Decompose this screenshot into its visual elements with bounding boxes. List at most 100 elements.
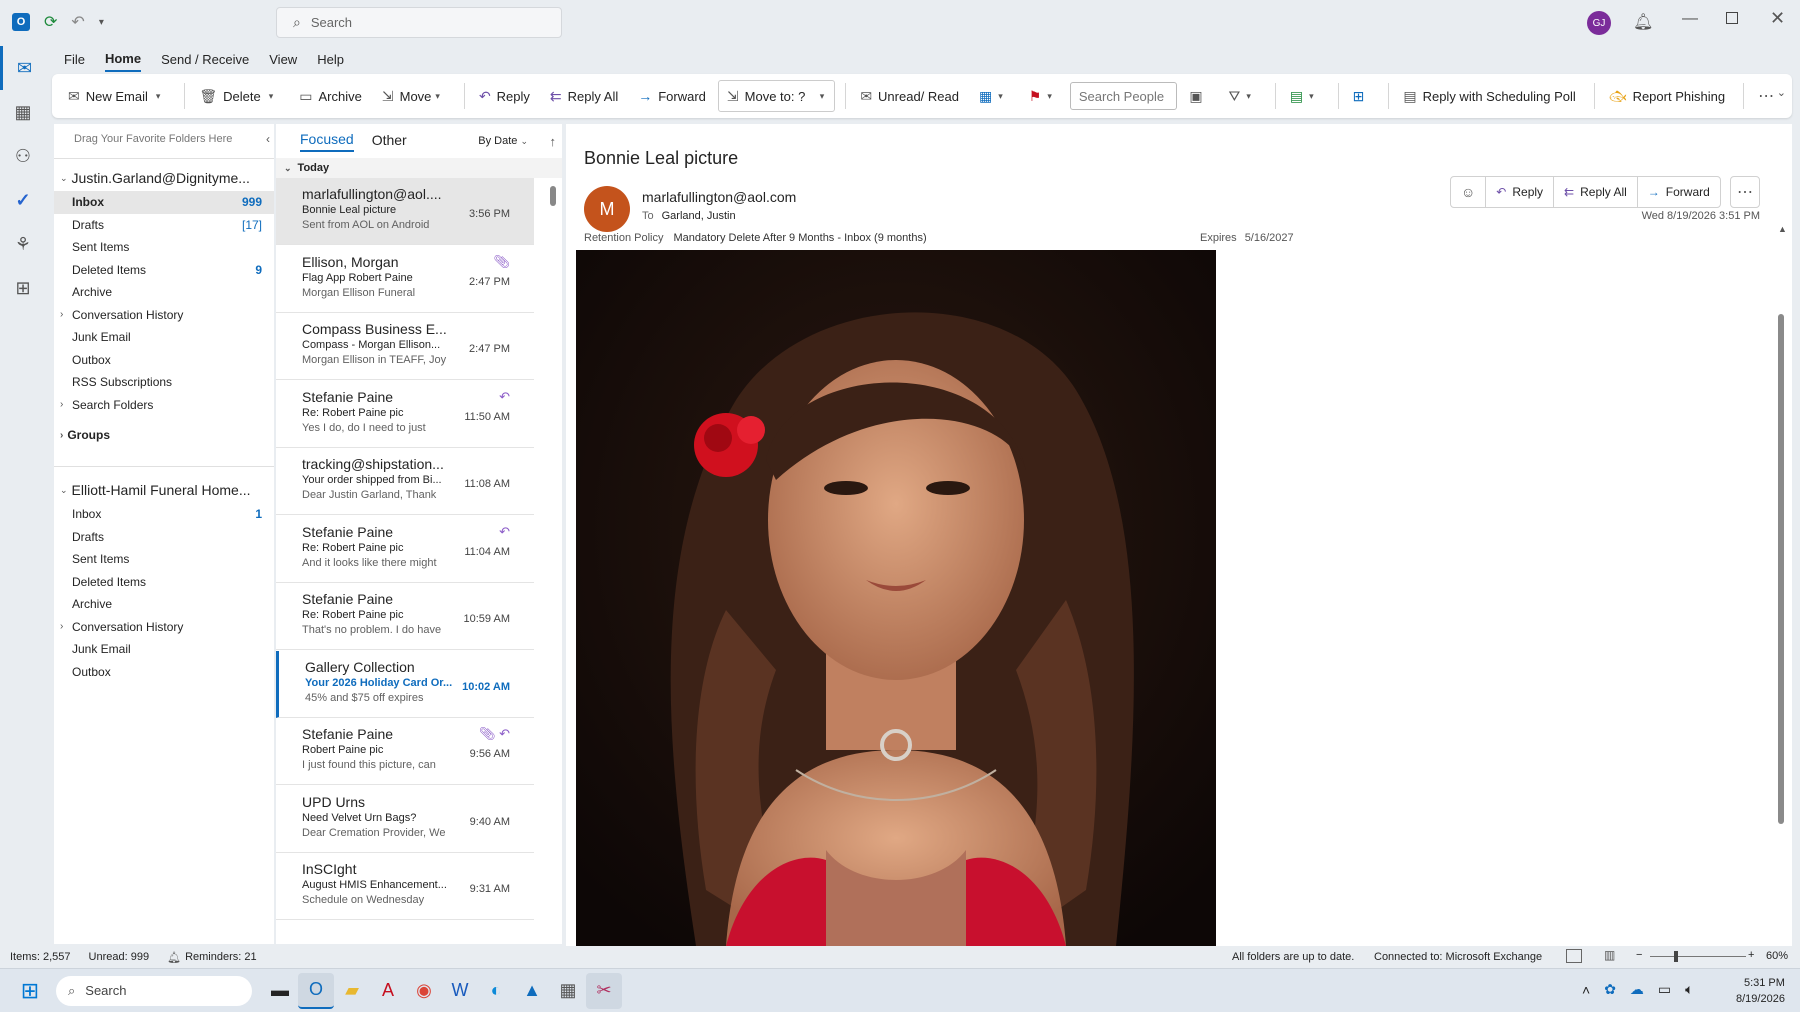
- all-apps-button[interactable]: ⊞: [1345, 80, 1379, 112]
- folder-item[interactable]: Archive: [54, 281, 274, 304]
- report-phishing-button[interactable]: 🐟︎ Report Phishing: [1601, 80, 1733, 112]
- folder-item[interactable]: RSS Subscriptions: [54, 371, 274, 394]
- new-email-button[interactable]: ✉︎ New Email ▾: [60, 80, 174, 112]
- reminders-count[interactable]: Reminders: 21: [185, 951, 257, 963]
- file-explorer-icon[interactable]: ▰: [334, 973, 370, 1009]
- windows-start-icon[interactable]: ⊞: [12, 973, 48, 1009]
- scrollbar-thumb[interactable]: [550, 186, 556, 206]
- network-icon[interactable]: ▭: [1658, 981, 1671, 998]
- flag-button[interactable]: ⚑ ▾: [1021, 80, 1066, 112]
- org-explorer-icon[interactable]: ⚘: [0, 222, 46, 266]
- sync-icon[interactable]: ⟳: [44, 12, 57, 32]
- tray-app-icon[interactable]: ✿: [1604, 981, 1616, 998]
- folder-item[interactable]: Archive: [54, 593, 274, 616]
- message-item[interactable]: Ellison, Morgan Flag App Robert Paine Morg…: [276, 246, 534, 313]
- message-item[interactable]: UPD Urns Need Velvet Urn Bags? Dear Cremat…: [276, 786, 534, 853]
- menu-help[interactable]: Help: [317, 48, 344, 71]
- onedrive-icon[interactable]: ☁: [1630, 981, 1644, 998]
- todo-icon[interactable]: ✓: [0, 178, 46, 222]
- photos-icon[interactable]: ▲: [514, 973, 550, 1009]
- emoji-react-button[interactable]: ☺: [1451, 177, 1487, 207]
- message-item[interactable]: marlafullington@aol.... Bonnie Leal pictu…: [276, 178, 534, 245]
- zoom-slider-thumb[interactable]: [1674, 951, 1678, 962]
- message-item[interactable]: tracking@shipstation... Your order shippe…: [276, 448, 534, 515]
- tab-other[interactable]: Other: [372, 132, 407, 151]
- reading-view-icon[interactable]: ▥: [1604, 948, 1615, 962]
- folder-item[interactable]: Deleted Items 9: [54, 259, 274, 282]
- sort-dropdown[interactable]: By Date ⌄: [478, 135, 528, 147]
- normal-view-icon[interactable]: [1566, 949, 1582, 963]
- quick-access-dropdown-icon[interactable]: ▾: [99, 17, 104, 28]
- chevron-down-icon[interactable]: ▾: [1047, 91, 1052, 102]
- filter-button[interactable]: ⛛ ▾: [1221, 80, 1265, 112]
- task-view-icon[interactable]: ▬: [262, 973, 298, 1009]
- message-item[interactable]: Stefanie Paine Re: Robert Paine pic That's…: [276, 583, 534, 650]
- menu-send-receive[interactable]: Send / Receive: [161, 48, 249, 71]
- chevron-down-icon[interactable]: ▾: [1246, 91, 1251, 102]
- folder-item[interactable]: Inbox 999: [54, 191, 274, 214]
- minimize-icon[interactable]: —: [1682, 10, 1698, 28]
- calculator-icon[interactable]: ▦: [550, 973, 586, 1009]
- outlook-taskbar-icon[interactable]: O: [298, 972, 334, 1009]
- recipient[interactable]: Garland, Justin: [662, 210, 736, 222]
- close-icon[interactable]: ✕: [1770, 8, 1785, 29]
- move-to-quickstep[interactable]: ⇲ Move to: ? ▾: [717, 80, 836, 112]
- taskbar-search[interactable]: ⌕ Search: [56, 975, 252, 1006]
- reply-all-button-pane[interactable]: ⇇ Reply All: [1554, 177, 1638, 207]
- bell-icon[interactable]: 🔔︎: [1633, 12, 1653, 32]
- zoom-level[interactable]: 60%: [1766, 950, 1788, 962]
- scroll-up-icon[interactable]: ▲: [1778, 224, 1787, 234]
- sender-avatar[interactable]: M: [584, 186, 630, 232]
- chevron-right-icon[interactable]: ›: [60, 621, 63, 632]
- reading-scrollbar[interactable]: ▲: [1778, 224, 1787, 924]
- search-box[interactable]: ⌕ Search: [276, 7, 562, 38]
- categorize-button[interactable]: ▦ ▾: [971, 80, 1017, 112]
- folder-item[interactable]: Sent Items: [54, 236, 274, 259]
- message-item[interactable]: InSCIght August HMIS Enhancement... Schedu…: [276, 853, 534, 920]
- chevron-right-icon[interactable]: ›: [60, 309, 63, 320]
- reply-all-button[interactable]: ⇇ Reply All: [542, 80, 626, 112]
- acrobat-icon[interactable]: A: [370, 973, 406, 1009]
- edge-icon[interactable]: ◐: [478, 973, 514, 1009]
- message-item[interactable]: Stefanie Paine Robert Paine pic I just fou…: [276, 718, 534, 785]
- clock-date[interactable]: 8/19/2026: [1736, 991, 1785, 1007]
- restore-icon[interactable]: [1726, 12, 1738, 24]
- group-header[interactable]: ⌄ Today: [276, 158, 562, 178]
- message-item[interactable]: Gallery Collection Your 2026 Holiday Card…: [276, 650, 534, 718]
- account-header[interactable]: ⌄ Justin.Garland@Dignityme...: [54, 165, 274, 191]
- read-aloud-button[interactable]: ▤ ▾: [1282, 80, 1328, 112]
- chevron-down-icon[interactable]: ▾: [1309, 91, 1314, 102]
- forward-button-pane[interactable]: → Forward: [1638, 177, 1720, 207]
- volume-icon[interactable]: 🔈︎: [1685, 981, 1693, 998]
- sender-email[interactable]: marlafullington@aol.com: [642, 189, 796, 205]
- folder-item[interactable]: Junk Email: [54, 638, 274, 661]
- folder-item[interactable]: › Conversation History: [54, 304, 274, 327]
- apps-icon[interactable]: ⊞: [0, 266, 46, 310]
- zoom-out-icon[interactable]: −: [1636, 949, 1642, 961]
- calendar-icon[interactable]: ▦: [0, 90, 46, 134]
- groups-header[interactable]: › Groups: [54, 422, 274, 448]
- chevron-down-icon[interactable]: ▾: [269, 91, 274, 102]
- delete-button[interactable]: 🗑︎ Delete ▾: [191, 80, 287, 112]
- user-avatar[interactable]: GJ: [1587, 11, 1611, 35]
- search-people-input[interactable]: Search People: [1069, 82, 1178, 110]
- chevron-right-icon[interactable]: ›: [60, 399, 63, 410]
- folder-item[interactable]: Drafts [17]: [54, 214, 274, 237]
- word-icon[interactable]: W: [442, 973, 478, 1009]
- undo-icon[interactable]: ↶: [71, 12, 84, 32]
- reply-scheduling-poll-button[interactable]: ▤ Reply with Scheduling Poll: [1395, 80, 1583, 112]
- folder-item[interactable]: Drafts: [54, 526, 274, 549]
- reply-button[interactable]: ↶ Reply: [471, 80, 538, 112]
- folder-item[interactable]: Outbox: [54, 349, 274, 372]
- message-item[interactable]: Compass Business E... Compass - Morgan El…: [276, 313, 534, 380]
- chrome-icon[interactable]: ◉: [406, 973, 442, 1009]
- folder-item[interactable]: Outbox: [54, 661, 274, 684]
- people-icon[interactable]: ⚇: [0, 134, 46, 178]
- tray-overflow-icon[interactable]: ˄: [1582, 982, 1590, 998]
- chevron-down-icon[interactable]: ▾: [156, 91, 161, 102]
- clock-time[interactable]: 5:31 PM: [1736, 975, 1785, 991]
- folder-item[interactable]: Deleted Items: [54, 571, 274, 594]
- ribbon-collapse-icon[interactable]: ⌄: [1777, 86, 1786, 99]
- folder-item[interactable]: Sent Items: [54, 548, 274, 571]
- menu-home[interactable]: Home: [104, 47, 142, 72]
